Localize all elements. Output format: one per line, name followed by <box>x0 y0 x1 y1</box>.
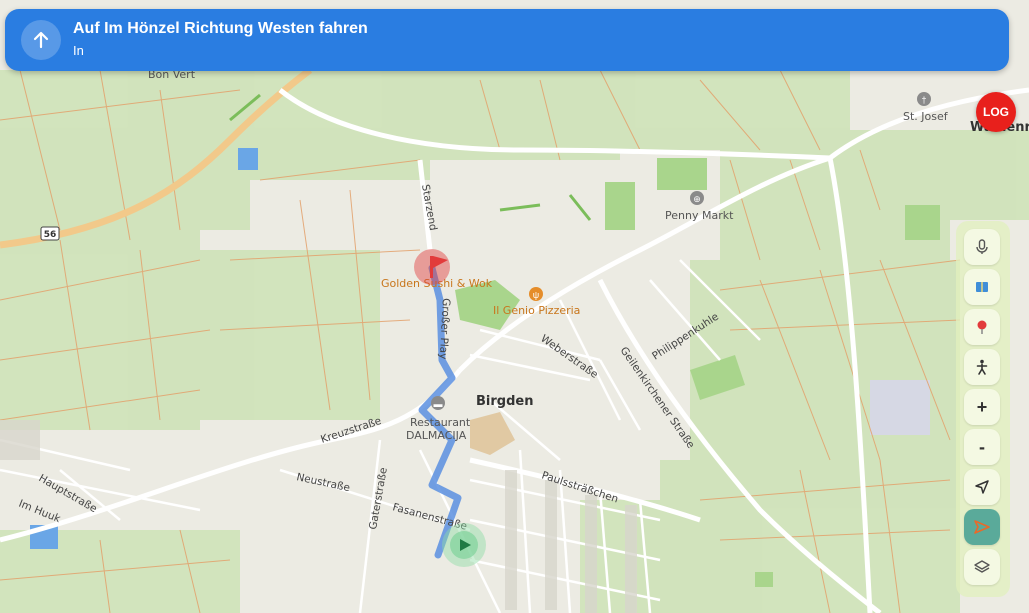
microphone-button[interactable] <box>964 229 1000 265</box>
pool <box>238 148 258 170</box>
route-shield: 56 <box>40 226 60 241</box>
log-button[interactable]: LOG <box>976 92 1016 132</box>
pedestrian-icon <box>976 359 988 375</box>
pin-button[interactable] <box>964 309 1000 345</box>
svg-text:56: 56 <box>44 230 57 240</box>
zoom-in-button[interactable]: + <box>964 389 1000 425</box>
svg-text:⊕: ⊕ <box>693 194 701 204</box>
poi-label: Penny Markt <box>665 209 734 222</box>
svg-text:ψ: ψ <box>533 290 539 300</box>
send-icon <box>974 520 990 534</box>
svg-text:▬: ▬ <box>434 399 443 409</box>
svg-text:†: † <box>921 95 926 105</box>
instruction-subtitle: In <box>73 43 84 58</box>
microphone-icon <box>976 239 988 254</box>
poi-label: Restaurant <box>410 416 471 429</box>
poi-label: DALMACIJA <box>406 429 467 442</box>
restaurant-icon: ▬ <box>431 396 445 410</box>
navigate-button[interactable] <box>964 509 1000 545</box>
map-canvas[interactable]: 56 Bon Vert † St. Josef Waldenra ⊕ Penny… <box>0 0 1029 613</box>
layers-icon <box>974 560 990 573</box>
map-control-rail: + - <box>956 221 1010 597</box>
place-label: St. Josef <box>903 110 949 123</box>
church-icon: † <box>917 92 931 106</box>
destination-flag-icon[interactable] <box>414 249 450 285</box>
current-position-icon <box>442 523 486 567</box>
shop-icon: ⊕ <box>690 191 704 205</box>
navigation-arrow-icon <box>975 480 989 494</box>
plus-icon: + <box>976 396 988 417</box>
layers-button[interactable] <box>964 549 1000 585</box>
place-label: Birgden <box>476 394 533 409</box>
pedestrian-button[interactable] <box>964 349 1000 385</box>
restaurant-icon: ψ <box>529 287 543 301</box>
locate-button[interactable] <box>964 469 1000 505</box>
map-book-icon <box>976 282 988 292</box>
minus-icon: - <box>979 436 985 457</box>
instruction-title: Auf Im Hönzel Richtung Westen fahren <box>73 20 368 37</box>
map-book-button[interactable] <box>964 269 1000 305</box>
poi-label: Il Genio Pizzeria <box>493 304 580 317</box>
campus-area <box>870 380 930 435</box>
navigation-instruction-banner: Auf Im Hönzel Richtung Westen fahren In <box>5 9 1009 71</box>
pin-icon <box>977 320 987 334</box>
arrow-up-icon <box>21 20 61 60</box>
zoom-out-button[interactable]: - <box>964 429 1000 465</box>
